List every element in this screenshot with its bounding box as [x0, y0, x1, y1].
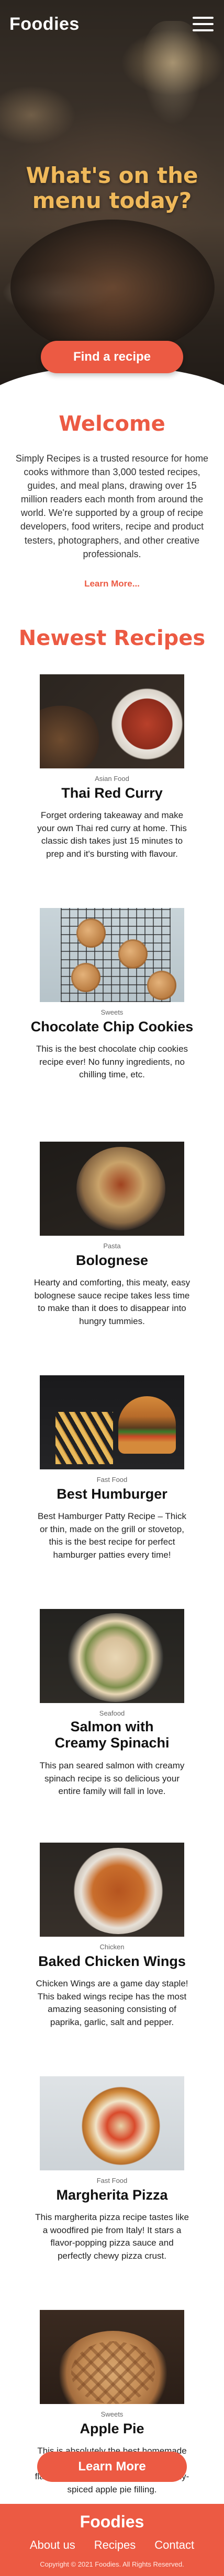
recipe-card[interactable]: Pasta Bolognese Hearty and comforting, t… [0, 1142, 224, 1375]
recipe-card[interactable]: Seafood Salmon with Creamy Spinachi This… [0, 1609, 224, 1843]
recipe-description: Chicken Wings are a game day staple! Thi… [36, 1979, 188, 2027]
recipe-name[interactable]: Thai Red Curry [0, 785, 224, 801]
recipe-category: Pasta [103, 1242, 121, 1250]
hamburger-menu-icon[interactable] [192, 15, 215, 33]
footer-links: About us Recipes Contact [0, 2538, 224, 2552]
recipe-list: Asian Food Thai Red Curry Forget orderin… [0, 674, 224, 2544]
recipe-card[interactable]: Chicken Baked Chicken Wings Chicken Wing… [0, 1843, 224, 2076]
recipe-image[interactable] [40, 1375, 184, 1469]
footer-link-contact[interactable]: Contact [154, 2538, 194, 2552]
recipe-category: Seafood [99, 1709, 125, 1717]
recipe-name[interactable]: Salmon with Creamy Spinachi [44, 1719, 180, 1751]
navbar: Foodies [0, 0, 224, 48]
recipe-card[interactable]: Fast Food Best Humburger Best Hamburger … [0, 1375, 224, 1609]
hero-food-image [10, 220, 215, 355]
find-recipe-button[interactable]: Find a recipe [41, 341, 183, 373]
recipe-category: Sweets [100, 1008, 124, 1016]
hero-section: Foodies What's on the menu today? Find a… [0, 0, 224, 408]
recipe-name[interactable]: Chocolate Chip Cookies [0, 1019, 224, 1035]
recipe-image[interactable] [40, 908, 184, 1002]
footer-link-recipes[interactable]: Recipes [94, 2538, 136, 2552]
recipe-description: Best Hamburger Patty Recipe – Thick or t… [37, 1511, 187, 1560]
recipe-category: Chicken [99, 1943, 125, 1951]
learn-more-link[interactable]: Learn More... [84, 579, 140, 589]
welcome-section: Welcome Simply Recipes is a trusted reso… [0, 408, 224, 589]
recipe-description: This is the best chocolate chip cookies … [36, 1044, 188, 1080]
copyright-text: Copyright © 2021 Foodies. All Rights Res… [40, 2560, 184, 2568]
brand-logo[interactable]: Foodies [9, 14, 80, 34]
recipe-category: Asian Food [95, 775, 129, 783]
hero-title: What's on the menu today? [26, 163, 198, 214]
recipe-card[interactable]: Sweets Chocolate Chip Cookies This is th… [0, 908, 224, 1142]
recipe-image[interactable] [40, 1843, 184, 1937]
recipe-image[interactable] [40, 2310, 184, 2404]
welcome-text: Simply Recipes is a trusted resource for… [15, 453, 209, 559]
recipe-card[interactable]: Asian Food Thai Red Curry Forget orderin… [0, 674, 224, 908]
recipe-image[interactable] [40, 2076, 184, 2170]
footer-brand[interactable]: Foodies [0, 2512, 224, 2532]
recipe-image[interactable] [40, 1142, 184, 1236]
footer: Foodies About us Recipes Contact Copyrig… [0, 2504, 224, 2576]
recipe-image[interactable] [40, 1609, 184, 1703]
footer-link-about[interactable]: About us [30, 2538, 75, 2552]
recipe-name[interactable]: Bolognese [0, 1252, 224, 1269]
recipe-name[interactable]: Margherita Pizza [0, 2187, 224, 2203]
recipe-category: Fast Food [96, 2177, 128, 2184]
recipe-description: This pan seared salmon with creamy spina… [39, 1761, 185, 1797]
recipe-category: Fast Food [96, 1476, 128, 1484]
recipe-name[interactable]: Baked Chicken Wings [0, 1953, 224, 1970]
recipe-name[interactable]: Best Humburger [0, 1486, 224, 1502]
recipe-category: Sweets [100, 2410, 124, 2418]
recipe-description: This margherita pizza recipe tastes like… [35, 2212, 189, 2261]
recipe-image[interactable] [40, 674, 184, 768]
recipe-description: Forget ordering takeaway and make your o… [37, 810, 187, 859]
recipe-description: Hearty and comforting, this meaty, easy … [33, 1278, 191, 1326]
recipe-name[interactable]: Apple Pie [0, 2421, 224, 2437]
newest-recipes-title: Newest Recipes [18, 626, 206, 650]
recipe-card[interactable]: Fast Food Margherita Pizza This margheri… [0, 2076, 224, 2310]
welcome-title: Welcome [59, 412, 165, 436]
learn-more-button[interactable]: Learn More [37, 2452, 187, 2482]
